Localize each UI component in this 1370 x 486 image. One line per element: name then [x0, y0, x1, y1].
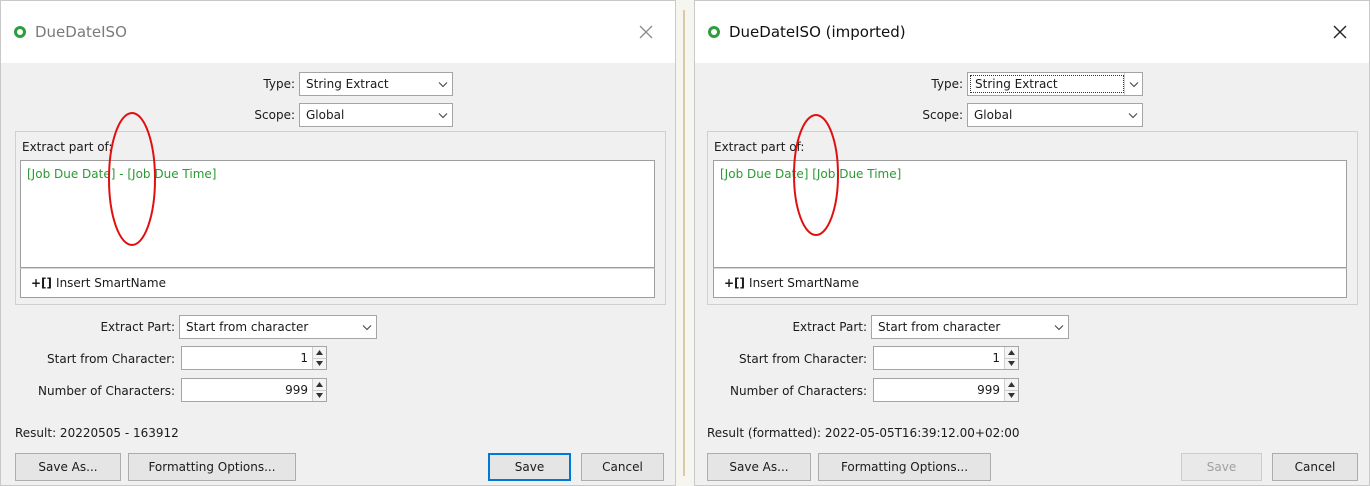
extract-part-select[interactable]: Start from character [179, 315, 377, 339]
caret-up-icon [316, 349, 323, 355]
scope-label: Scope: [922, 108, 963, 122]
right-dialog: DueDateISO (imported) Type: String Extra… [694, 0, 1370, 486]
chevron-down-icon [438, 81, 448, 87]
number-characters-value[interactable]: 999 [182, 379, 312, 401]
formatting-options-button[interactable]: Formatting Options... [818, 453, 991, 481]
decrement-button[interactable] [313, 389, 326, 401]
insert-smartname-label: Insert SmartName [56, 276, 166, 290]
annotation-ellipse [793, 114, 839, 236]
caret-up-icon [316, 381, 323, 387]
save-as-button[interactable]: Save As... [15, 453, 121, 481]
extract-group-title: Extract part of: [22, 140, 113, 154]
save-button[interactable]: Save [488, 453, 571, 481]
number-characters-stepper[interactable]: 999 [181, 378, 327, 402]
extract-part-label: Extract Part: [100, 320, 175, 334]
scope-select-value: Global [974, 108, 1013, 122]
caret-down-icon [316, 393, 323, 399]
start-character-label: Start from Character: [739, 352, 867, 366]
cancel-button[interactable]: Cancel [1272, 453, 1358, 481]
chevron-down-icon [1129, 81, 1138, 87]
save-as-button[interactable]: Save As... [707, 453, 811, 481]
increment-button[interactable] [1005, 347, 1018, 358]
annotation-ellipse [108, 112, 156, 246]
extract-part-value: Start from character [878, 320, 1001, 334]
number-characters-value[interactable]: 999 [874, 379, 1004, 401]
type-label: Type: [931, 77, 963, 91]
number-characters-label: Number of Characters: [730, 384, 867, 398]
insert-smartname-icon: +[] [31, 276, 53, 290]
scope-label: Scope: [254, 108, 295, 122]
decrement-button[interactable] [1005, 389, 1018, 401]
insert-smartname-icon: +[] [724, 276, 746, 290]
scope-select-value: Global [306, 108, 345, 122]
increment-button[interactable] [1005, 379, 1018, 390]
chevron-down-icon [1128, 112, 1138, 118]
result-text: Result (formatted): 2022-05-05T16:39:12.… [707, 426, 1020, 440]
start-character-value[interactable]: 1 [182, 347, 312, 369]
start-character-value[interactable]: 1 [874, 347, 1004, 369]
extract-part-value: Start from character [186, 320, 309, 334]
result-text: Result: 20220505 - 163912 [15, 426, 179, 440]
window-title: DueDateISO (imported) [729, 23, 906, 41]
chevron-down-icon [1054, 324, 1064, 330]
title-bar: DueDateISO (imported) [695, 1, 1369, 63]
caret-down-icon [316, 361, 323, 367]
window-separator [676, 0, 694, 486]
close-icon [639, 25, 653, 39]
close-button[interactable] [631, 17, 661, 47]
insert-smartname-label: Insert SmartName [749, 276, 859, 290]
left-dialog: DueDateISO Type: String Extract Scope: G… [0, 0, 676, 486]
type-label: Type: [263, 77, 295, 91]
caret-down-icon [1008, 393, 1015, 399]
window-title: DueDateISO [35, 23, 127, 41]
type-select[interactable]: String Extract [299, 72, 453, 96]
app-icon [14, 26, 26, 38]
insert-smartname-button[interactable]: +[] Insert SmartName [713, 268, 1347, 298]
close-button[interactable] [1325, 17, 1355, 47]
save-button[interactable]: Save [1181, 453, 1262, 481]
title-bar: DueDateISO [1, 1, 675, 63]
scope-select[interactable]: Global [967, 103, 1143, 127]
close-icon [1333, 25, 1347, 39]
scope-select[interactable]: Global [299, 103, 453, 127]
increment-button[interactable] [313, 347, 326, 358]
insert-smartname-button[interactable]: +[] Insert SmartName [20, 268, 655, 298]
caret-up-icon [1008, 349, 1015, 355]
cancel-button[interactable]: Cancel [581, 453, 664, 481]
chevron-down-icon [362, 324, 372, 330]
caret-up-icon [1008, 381, 1015, 387]
decrement-button[interactable] [313, 357, 326, 369]
increment-button[interactable] [313, 379, 326, 390]
formatting-options-button[interactable]: Formatting Options... [128, 453, 296, 481]
start-character-stepper[interactable]: 1 [181, 346, 327, 370]
extract-part-label: Extract Part: [792, 320, 867, 334]
type-select[interactable]: String Extract [967, 72, 1143, 96]
start-character-label: Start from Character: [47, 352, 175, 366]
decrement-button[interactable] [1005, 357, 1018, 369]
start-character-stepper[interactable]: 1 [873, 346, 1019, 370]
caret-down-icon [1008, 361, 1015, 367]
chevron-down-icon [438, 112, 448, 118]
extract-part-select[interactable]: Start from character [871, 315, 1069, 339]
type-select-value: String Extract [970, 75, 1124, 93]
type-select-value: String Extract [306, 77, 389, 91]
number-characters-stepper[interactable]: 999 [873, 378, 1019, 402]
app-icon [708, 26, 720, 38]
number-characters-label: Number of Characters: [38, 384, 175, 398]
